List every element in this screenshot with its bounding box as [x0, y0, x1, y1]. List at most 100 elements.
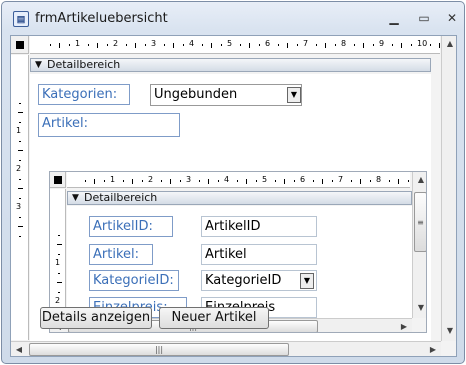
- ruler-number: 7: [303, 39, 309, 48]
- ruler-tick: [220, 44, 222, 46]
- ruler-number: 5: [227, 39, 233, 48]
- ruler-tick: [87, 44, 89, 46]
- artikel-field-label[interactable]: Artikel:: [89, 244, 153, 265]
- ruler-tick: [144, 44, 146, 46]
- detail-section-bar[interactable]: ▼ Detailbereich: [30, 58, 431, 72]
- ruler-tick: [179, 180, 181, 182]
- ruler-tick: [246, 178, 247, 184]
- scroll-right-icon[interactable]: ▶: [396, 319, 412, 332]
- ruler-tick: [198, 180, 200, 182]
- ruler-tick: [410, 44, 412, 46]
- ruler-tick: [58, 291, 60, 293]
- restore-button[interactable]: ▭: [416, 12, 432, 26]
- subform-horizontal-ruler[interactable]: 1 2 3 4 5 6 7 8: [67, 172, 410, 188]
- ruler-tick: [19, 216, 21, 218]
- ruler-number: 8: [376, 175, 382, 184]
- ruler-tick: [369, 180, 371, 182]
- scrollbar-thumb[interactable]: ≡: [414, 192, 426, 252]
- ruler-number: 7: [338, 175, 344, 184]
- vertical-ruler[interactable]: 1 2 3: [11, 55, 29, 340]
- ruler-tick: [19, 178, 21, 180]
- ruler-tick: [249, 42, 250, 48]
- subform-vertical-ruler: 12: [50, 189, 66, 316]
- form-window: ▤ frmArtikeluebersicht ▁ ▭ ✕ 1 2 3 4 5 6 7 8 9 10…: [1, 1, 465, 364]
- ruler-number: 3: [16, 202, 22, 211]
- minimize-button[interactable]: ▁: [386, 12, 402, 26]
- subform-vertical-scrollbar[interactable]: ▲ ≡ ▼: [412, 172, 426, 318]
- ruler-number: 9: [379, 39, 385, 48]
- close-button[interactable]: ✕: [444, 12, 460, 26]
- detail-section-label: Detailbereich: [47, 58, 121, 71]
- ruler-tick: [19, 140, 21, 142]
- artikelid-field[interactable]: ArtikelID: [201, 216, 317, 237]
- ruler-tick: [334, 44, 336, 46]
- ruler-tick: [322, 178, 323, 184]
- ruler-tick: [163, 44, 165, 46]
- neuer-artikel-button[interactable]: Neuer Artikel: [159, 307, 269, 329]
- ruler-number: 2: [55, 296, 61, 305]
- ruler-number: 2: [113, 39, 119, 48]
- kategorien-combo[interactable]: Ungebunden: [150, 84, 302, 106]
- ruler-tick: [353, 44, 355, 46]
- ruler-tick: [407, 180, 409, 182]
- ruler-tick: [84, 180, 86, 182]
- chevron-down-icon[interactable]: ▼: [287, 87, 301, 103]
- ruler-tick: [274, 180, 276, 182]
- ruler-tick: [17, 226, 23, 227]
- subform-detail-section-bar[interactable]: ▼ Detailbereich: [67, 191, 412, 205]
- artikel-field[interactable]: Artikel: [201, 244, 317, 265]
- ruler-tick: [170, 178, 171, 184]
- ruler-tick: [19, 197, 21, 199]
- ruler-number: 2: [16, 164, 22, 173]
- subform-selector[interactable]: [50, 172, 66, 188]
- horizontal-ruler[interactable]: 1 2 3 4 5 6 7 8 9 10: [30, 36, 440, 54]
- chevron-down-icon[interactable]: ▼: [300, 273, 314, 289]
- form-icon[interactable]: ▤: [13, 11, 29, 27]
- ruler-tick: [325, 42, 326, 48]
- ruler-tick: [17, 188, 23, 189]
- ruler-tick: [182, 44, 184, 46]
- ruler-tick: [201, 44, 203, 46]
- ruler-tick: [68, 44, 70, 46]
- details-anzeigen-button[interactable]: Details anzeigen: [40, 307, 152, 329]
- ruler-tick: [56, 282, 62, 283]
- ruler-tick: [122, 180, 124, 182]
- ruler-tick: [58, 253, 60, 255]
- collapse-arrow-icon: ▼: [35, 60, 42, 70]
- ruler-tick: [125, 44, 127, 46]
- subform-section-label: Detailbereich: [84, 191, 158, 204]
- scroll-down-icon[interactable]: ▼: [413, 300, 426, 316]
- subform-canvas: ArtikelID: ArtikelID Artikel: Artikel Ka…: [67, 206, 412, 318]
- ruler-number: 1: [110, 175, 116, 184]
- ruler-tick: [360, 178, 361, 184]
- ruler-number: 6: [265, 39, 271, 48]
- main-vertical-scrollbar[interactable]: ▲ ▼: [441, 36, 456, 341]
- scroll-down-icon[interactable]: ▼: [442, 323, 456, 339]
- artikelid-label[interactable]: ArtikelID:: [89, 216, 173, 237]
- scroll-up-icon[interactable]: ▲: [442, 36, 456, 52]
- main-horizontal-scrollbar[interactable]: ◀ ||| ▶: [11, 341, 441, 356]
- scrollbar-thumb[interactable]: |||: [29, 343, 289, 356]
- ruler-tick: [296, 44, 298, 46]
- ruler-tick: [19, 102, 21, 104]
- scroll-right-icon[interactable]: ▶: [425, 342, 441, 356]
- ruler-number: 3: [186, 175, 192, 184]
- scroll-up-icon[interactable]: ▲: [413, 172, 426, 188]
- ruler-tick: [239, 44, 241, 46]
- artikel-label[interactable]: Artikel:: [38, 113, 180, 137]
- form-selector[interactable]: [11, 36, 29, 54]
- ruler-tick: [312, 180, 314, 182]
- ruler-number: 2: [148, 175, 154, 184]
- kategorieid-label[interactable]: KategorieID:: [89, 270, 179, 291]
- ruler-tick: [135, 42, 136, 48]
- kategorien-label[interactable]: Kategorien:: [38, 84, 130, 105]
- ruler-tick: [173, 42, 174, 48]
- ruler-tick: [19, 121, 21, 123]
- ruler-tick: [97, 42, 98, 48]
- ruler-tick: [293, 180, 295, 182]
- ruler-tick: [429, 44, 431, 46]
- ruler-number: 10: [417, 39, 428, 48]
- scroll-left-icon[interactable]: ◀: [11, 342, 27, 356]
- ruler-number: 5: [262, 175, 268, 184]
- ruler-tick: [19, 235, 21, 237]
